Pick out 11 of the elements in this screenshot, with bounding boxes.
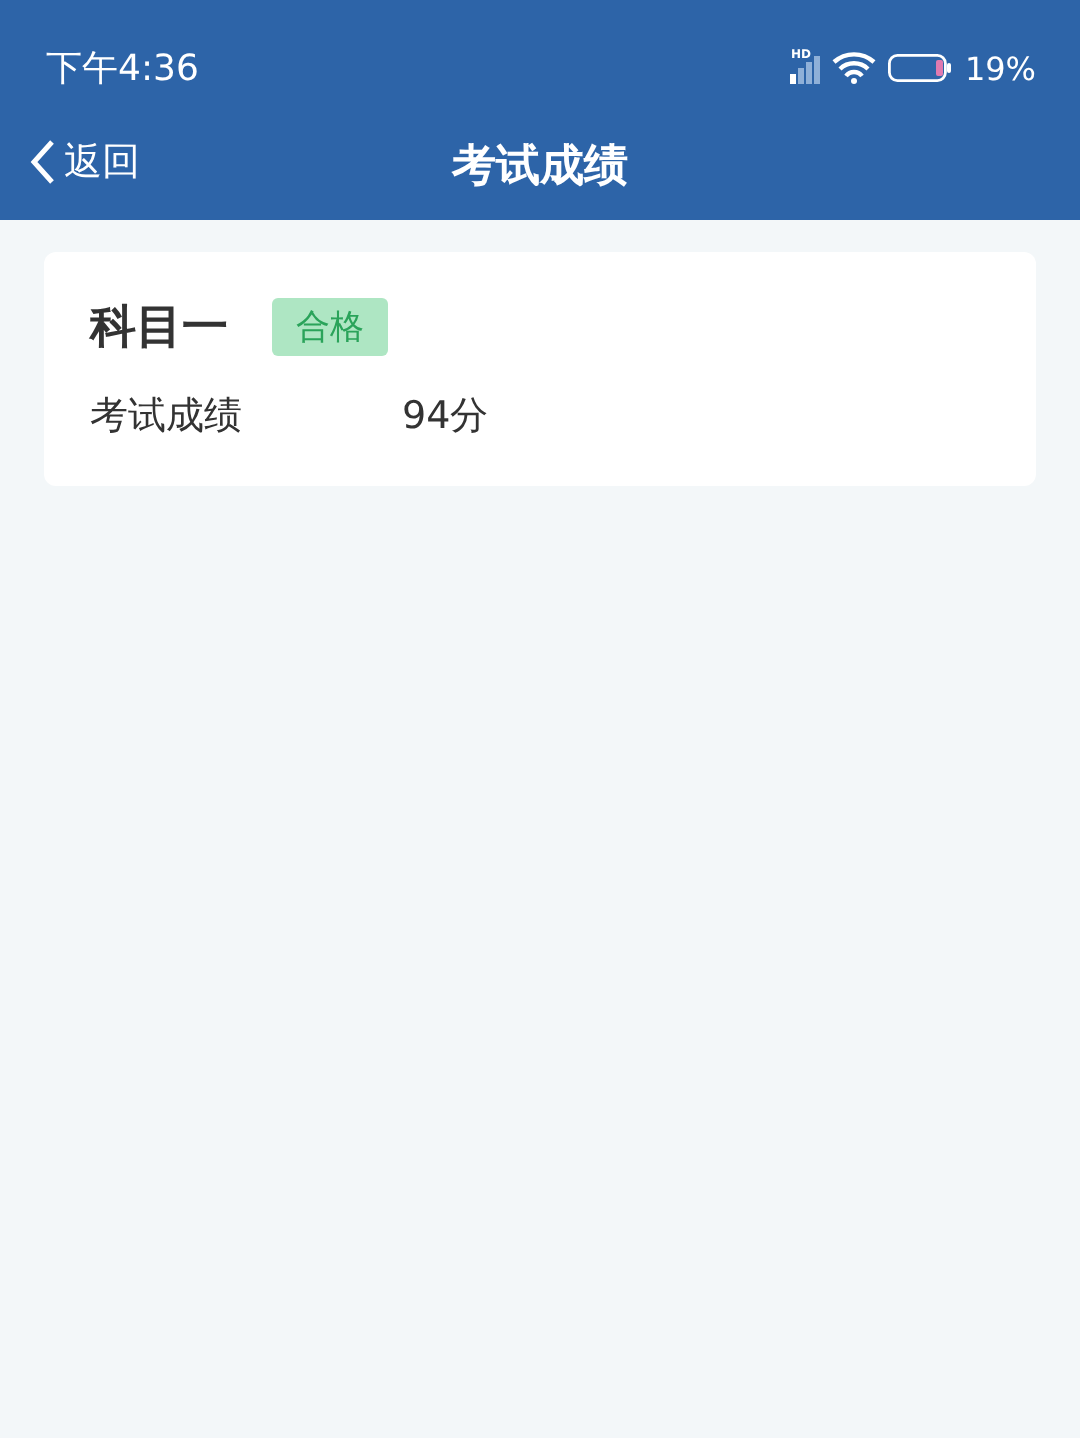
battery-icon bbox=[888, 54, 953, 82]
page-title: 考试成绩 bbox=[452, 140, 628, 196]
status-tag: 合格 bbox=[272, 298, 388, 356]
score-value: 94分 bbox=[402, 392, 489, 442]
score-label: 考试成绩 bbox=[90, 392, 244, 442]
status-time: 下午4:36 bbox=[46, 46, 199, 92]
back-button[interactable]: 返回 bbox=[28, 136, 140, 188]
battery-percent: 19% bbox=[964, 49, 1036, 87]
subject-name: 科目一 bbox=[90, 300, 228, 358]
back-icon bbox=[28, 138, 56, 186]
wifi-icon bbox=[832, 52, 877, 84]
